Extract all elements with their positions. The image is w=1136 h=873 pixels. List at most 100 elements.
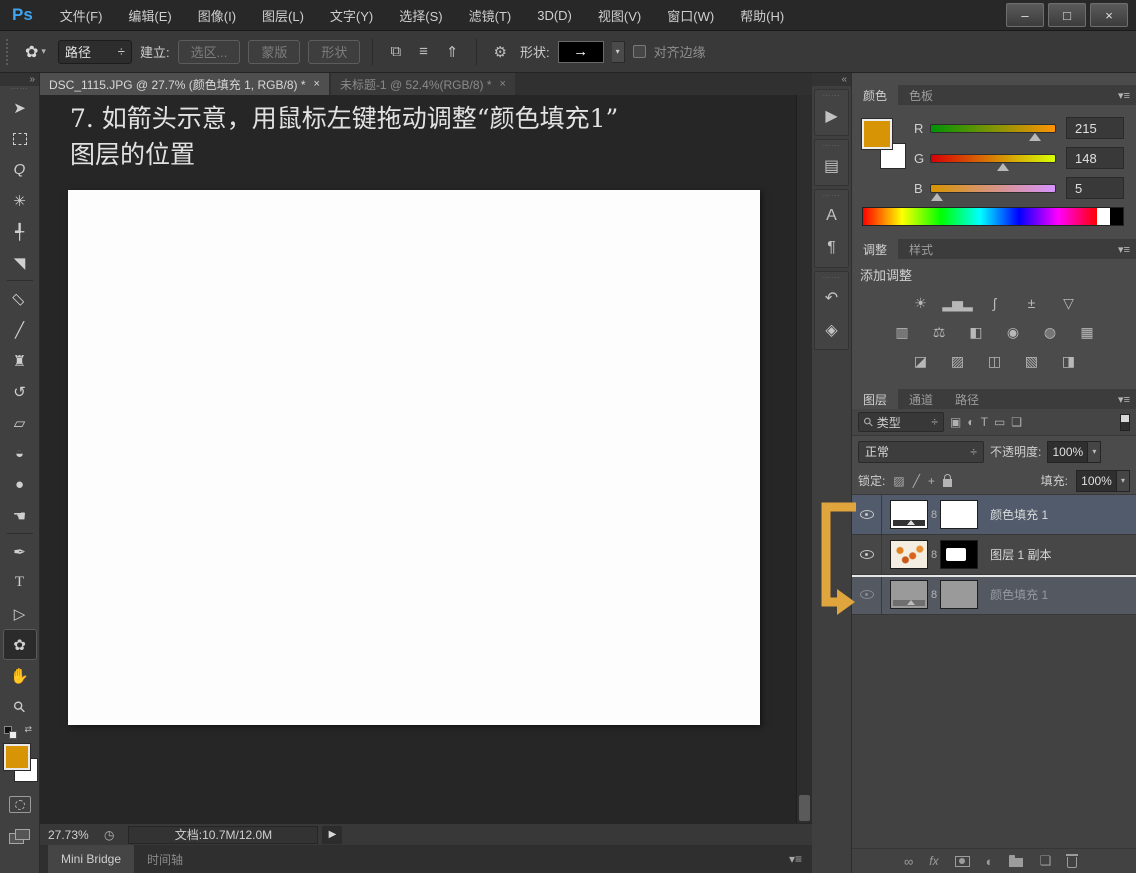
close-icon[interactable]: × — [500, 78, 506, 90]
make-mask-button[interactable]: 蒙版 — [248, 40, 300, 64]
layer-mask-thumbnail[interactable] — [940, 500, 978, 529]
tab-paths[interactable]: 路径 — [944, 389, 990, 409]
gear-icon[interactable]: ⚙ — [489, 43, 512, 61]
move-tool[interactable]: ➤ — [3, 92, 37, 123]
filter-smart-objects-icon[interactable]: ❏ — [1011, 415, 1022, 429]
link-layers-icon[interactable]: ∞ — [904, 854, 913, 869]
foreground-color-swatch[interactable] — [4, 744, 30, 770]
lock-paint-icon[interactable]: ╱ — [913, 474, 920, 488]
tab-mini-bridge[interactable]: Mini Bridge — [48, 845, 134, 873]
paragraph-panel-button[interactable]: ¶ — [817, 233, 847, 263]
lock-position-icon[interactable]: + — [928, 474, 935, 488]
hue-saturation-icon[interactable]: ▥ — [888, 322, 916, 342]
path-arrangement-icon[interactable]: ⇑ — [441, 43, 464, 61]
history-brush-tool[interactable]: ↺ — [3, 376, 37, 407]
swap-colors-icon[interactable]: ⇄ — [24, 724, 32, 735]
document-tab-active[interactable]: DSC_1115.JPG @ 27.7% (颜色填充 1, RGB/8) * × — [40, 73, 329, 95]
document-canvas[interactable] — [68, 190, 760, 725]
blend-mode-dropdown[interactable]: 正常 ÷ — [858, 441, 984, 463]
fill-field[interactable]: 100% ▾ — [1076, 470, 1130, 492]
color-lookup-icon[interactable]: ▦ — [1073, 322, 1101, 342]
lock-transparency-icon[interactable]: ▨ — [893, 474, 904, 488]
history-panel-button[interactable]: ↶ — [817, 283, 847, 313]
active-tool-button[interactable]: ✿ ▾ — [21, 42, 50, 62]
menu-file[interactable]: 文件(F) — [47, 0, 116, 31]
eraser-tool[interactable]: ▱ — [3, 407, 37, 438]
default-colors-icon[interactable]: ⇄ — [4, 726, 24, 740]
panel-menu-icon[interactable]: ▾≡ — [789, 852, 802, 866]
make-selection-button[interactable]: 选区... — [178, 40, 241, 64]
layer-row-layer-1-copy[interactable]: 8 图层 1 副本 — [852, 535, 1136, 575]
new-adjustment-layer-icon[interactable]: ◐ — [986, 854, 994, 869]
filter-pixel-layers-icon[interactable]: ▣ — [950, 415, 961, 429]
tab-channels[interactable]: 通道 — [898, 389, 944, 409]
custom-shape-tool[interactable]: ✿ — [3, 629, 37, 660]
healing-brush-tool[interactable]: ▭ — [3, 283, 37, 314]
filter-toggle-switch[interactable] — [1120, 414, 1130, 431]
green-slider[interactable] — [930, 154, 1056, 163]
layer-name[interactable]: 颜色填充 1 — [990, 586, 1048, 603]
type-tool[interactable]: T — [3, 567, 37, 598]
tool-mode-dropdown[interactable]: 路径 ÷ — [58, 40, 132, 64]
panel-menu-icon[interactable]: ▾≡ — [1118, 89, 1130, 102]
menu-image[interactable]: 图像(I) — [185, 0, 249, 31]
menu-help[interactable]: 帮助(H) — [727, 0, 797, 31]
shape-dropdown-caret[interactable]: ▾ — [612, 41, 625, 63]
menu-3d[interactable]: 3D(D) — [524, 0, 585, 31]
menu-window[interactable]: 窗口(W) — [654, 0, 727, 31]
blue-value-field[interactable]: 5 — [1066, 177, 1124, 199]
green-slider-thumb[interactable] — [997, 163, 1009, 171]
status-flyout-button[interactable]: ▶ — [322, 826, 342, 844]
spectrum-gradient[interactable] — [863, 208, 1097, 225]
blur-tool[interactable]: ● — [3, 469, 37, 500]
fill-layer-thumbnail[interactable] — [890, 500, 928, 529]
color-spectrum-ramp[interactable] — [862, 207, 1124, 226]
blue-slider-thumb[interactable] — [931, 193, 943, 201]
close-icon[interactable]: × — [314, 78, 320, 90]
green-value-field[interactable]: 148 — [1066, 147, 1124, 169]
menu-filter[interactable]: 滤镜(T) — [456, 0, 525, 31]
exposure-icon[interactable]: ± — [1017, 293, 1045, 313]
brush-tool[interactable]: ╱ — [3, 314, 37, 345]
marquee-tool[interactable] — [3, 123, 37, 154]
fill-layer-thumbnail[interactable] — [890, 580, 928, 609]
hand-tool[interactable]: ✋ — [3, 660, 37, 691]
crop-tool[interactable]: ╃ — [3, 216, 37, 247]
expand-panels-button[interactable]: « — [812, 73, 851, 86]
eye-icon[interactable] — [860, 550, 874, 559]
layer-row-color-fill-1-ghost[interactable]: 8 颜色填充 1 — [852, 575, 1136, 615]
filter-type-layers-icon[interactable]: T — [981, 415, 988, 429]
menu-layer[interactable]: 图层(L) — [249, 0, 317, 31]
selective-color-icon[interactable]: ◨ — [1054, 351, 1082, 371]
brightness-contrast-icon[interactable]: ☀ — [906, 293, 934, 313]
tab-swatches[interactable]: 色板 — [898, 85, 944, 105]
scrollbar-thumb[interactable] — [799, 795, 810, 821]
path-alignment-icon[interactable]: ≡ — [414, 43, 433, 60]
new-layer-icon[interactable]: ❏ — [1039, 853, 1051, 869]
vibrance-icon[interactable]: ▽ — [1054, 293, 1082, 313]
align-edges-checkbox[interactable] — [633, 45, 646, 58]
black-white-icon[interactable]: ◧ — [962, 322, 990, 342]
lock-all-icon[interactable] — [943, 479, 952, 487]
panel-menu-icon[interactable]: ▾≡ — [1118, 243, 1130, 256]
smudge-tool[interactable]: ☚ — [3, 500, 37, 531]
add-layer-mask-icon[interactable] — [955, 856, 970, 867]
eye-icon[interactable] — [860, 590, 874, 599]
zoom-tool[interactable]: ⚲ — [3, 691, 37, 722]
lasso-tool[interactable]: Q — [3, 154, 37, 185]
filter-adjustment-layers-icon[interactable]: ◐ — [967, 415, 974, 429]
layer-mask-thumbnail[interactable] — [940, 540, 978, 569]
delete-layer-icon[interactable] — [1067, 857, 1077, 868]
tab-timeline[interactable]: 时间轴 — [134, 845, 196, 873]
maximize-button[interactable]: □ — [1048, 3, 1086, 27]
layer-style-icon[interactable]: fx — [929, 854, 938, 868]
document-tab-inactive[interactable]: 未标题-1 @ 52.4%(RGB/8) * × — [331, 73, 515, 95]
levels-icon[interactable]: ▂▅▂ — [943, 293, 971, 313]
gradient-map-icon[interactable]: ▧ — [1017, 351, 1045, 371]
channel-mixer-icon[interactable]: ◍ — [1036, 322, 1064, 342]
make-shape-button[interactable]: 形状 — [308, 40, 360, 64]
layer-name[interactable]: 颜色填充 1 — [990, 506, 1048, 523]
pen-tool[interactable]: ✒ — [3, 536, 37, 567]
eye-icon[interactable] — [860, 510, 874, 519]
white-swatch[interactable] — [1097, 208, 1110, 225]
